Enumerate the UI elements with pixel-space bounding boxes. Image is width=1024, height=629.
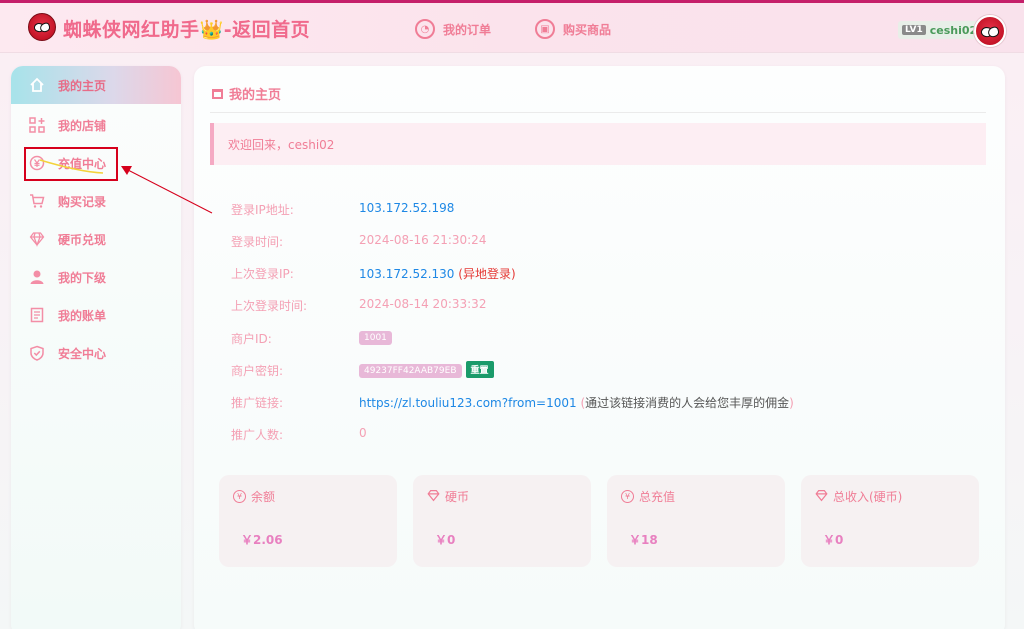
sidebar-item-label: 我的下级 bbox=[58, 270, 107, 285]
merchant-key-row: 49237FF42AAB79EB 重置 bbox=[359, 361, 494, 378]
sidebar-item-label: 我的账单 bbox=[58, 308, 107, 323]
nav-my-orders-label: 我的订单 bbox=[443, 22, 492, 37]
stat-card-value: ￥0 bbox=[435, 533, 456, 547]
login-time-value: 2024-08-16 21:30:24 bbox=[359, 233, 487, 247]
order-icon: ◔ bbox=[415, 19, 435, 39]
promo-count-label: 推广人数: bbox=[231, 428, 284, 442]
user-icon bbox=[28, 268, 46, 286]
welcome-text: 欢迎回来，ceshi02 bbox=[228, 137, 335, 152]
yen-icon: ¥ bbox=[621, 490, 634, 503]
promo-count-value: 0 bbox=[359, 426, 367, 440]
merchant-id-row: 1001 bbox=[359, 329, 392, 345]
sidebar-item-security[interactable]: 安全中心 bbox=[11, 334, 181, 372]
sidebar-item-label: 我的主页 bbox=[58, 78, 107, 93]
promo-link-label: 推广链接: bbox=[231, 396, 284, 410]
home-icon bbox=[28, 76, 46, 94]
merchant-id-label: 商户ID: bbox=[231, 332, 272, 346]
promo-note: 通过该链接消费的人会给您丰厚的佣金 bbox=[585, 396, 790, 410]
app-title[interactable]: 蜘蛛侠网红助手👑-返回首页 bbox=[63, 15, 310, 42]
stat-card-total-recharge: ¥ 总充值 ￥18 bbox=[607, 475, 785, 567]
stat-card-label: 总收入(硬币) bbox=[833, 490, 903, 504]
remote-login-note: (异地登录) bbox=[458, 267, 516, 281]
last-time-value: 2024-08-14 20:33:32 bbox=[359, 297, 487, 311]
reset-key-button[interactable]: 重置 bbox=[465, 361, 494, 378]
spiderman-logo-icon[interactable] bbox=[28, 13, 56, 41]
last-ip-row: 103.172.52.130 (异地登录) bbox=[359, 265, 516, 282]
diamond-icon bbox=[427, 489, 440, 505]
back-home-link[interactable]: -返回首页 bbox=[224, 19, 310, 41]
stat-card-coins: 硬币 ￥0 bbox=[413, 475, 591, 567]
yen-icon: ¥ bbox=[233, 490, 246, 503]
top-header: 蜘蛛侠网红助手👑-返回首页 ◔ 我的订单 ▣ 购买商品 LV1 ceshi02 bbox=[0, 3, 1024, 53]
stat-card-label: 硬币 bbox=[445, 490, 470, 504]
store-icon bbox=[28, 116, 46, 134]
stat-card-total-income: 总收入(硬币) ￥0 bbox=[801, 475, 979, 567]
crown-icon: 👑 bbox=[199, 19, 224, 41]
merchant-id-value: 1001 bbox=[359, 331, 392, 345]
login-time-label: 登录时间: bbox=[231, 235, 284, 249]
shield-icon bbox=[28, 344, 46, 362]
merchant-key-label: 商户密钥: bbox=[231, 364, 284, 378]
login-ip-value: 103.172.52.198 bbox=[359, 201, 455, 215]
last-time-label: 上次登录时间: bbox=[231, 299, 308, 313]
sidebar-item-label: 我的店铺 bbox=[58, 118, 107, 133]
sidebar-item-store[interactable]: 我的店铺 bbox=[11, 106, 181, 144]
stat-card-value: ￥2.06 bbox=[241, 533, 283, 547]
title-divider bbox=[210, 112, 986, 113]
last-ip-label: 上次登录IP: bbox=[231, 267, 294, 281]
stat-card-label: 余额 bbox=[251, 490, 276, 504]
stat-card-value: ￥0 bbox=[823, 533, 844, 547]
promo-link-row: https://zl.touliu123.com?from=1001 (通过该链… bbox=[359, 394, 794, 411]
promo-note-close: ) bbox=[789, 396, 794, 410]
stat-card-value: ￥18 bbox=[629, 533, 658, 547]
bill-icon bbox=[28, 306, 46, 324]
merchant-key-value: 49237FF42AAB79EB bbox=[359, 364, 462, 378]
avatar[interactable] bbox=[974, 15, 1006, 47]
welcome-banner: 欢迎回来，ceshi02 bbox=[210, 123, 986, 165]
cart-icon bbox=[28, 192, 46, 210]
app-title-text: 蜘蛛侠网红助手 bbox=[63, 19, 200, 41]
nav-my-orders[interactable]: ◔ 我的订单 bbox=[415, 19, 491, 39]
username: ceshi02 bbox=[929, 23, 978, 37]
user-level-badge: LV1 bbox=[902, 25, 926, 35]
diamond-icon bbox=[815, 489, 828, 505]
login-ip-label: 登录IP地址: bbox=[231, 203, 294, 217]
sidebar-item-bills[interactable]: 我的账单 bbox=[11, 296, 181, 334]
sidebar-item-coin-exchange[interactable]: 硬币兑现 bbox=[11, 220, 181, 258]
user-badge[interactable]: LV1 ceshi02 bbox=[898, 21, 982, 39]
stat-card-label: 总充值 bbox=[639, 490, 676, 504]
page-title: 我的主页 bbox=[212, 84, 281, 103]
sidebar-item-home[interactable]: 我的主页 bbox=[11, 66, 181, 104]
sidebar-item-label: 安全中心 bbox=[58, 346, 107, 361]
recharge-highlight-box bbox=[24, 147, 118, 181]
window-icon bbox=[212, 88, 223, 99]
last-ip-value: 103.172.52.130 bbox=[359, 267, 455, 281]
nav-buy-goods-label: 购买商品 bbox=[563, 22, 612, 37]
sidebar-item-purchase-records[interactable]: 购买记录 bbox=[11, 182, 181, 220]
nav-buy-goods[interactable]: ▣ 购买商品 bbox=[535, 19, 611, 39]
shop-icon: ▣ bbox=[535, 19, 555, 39]
diamond-icon bbox=[28, 230, 46, 248]
stat-card-balance: ¥ 余额 ￥2.06 bbox=[219, 475, 397, 567]
promo-link[interactable]: https://zl.touliu123.com?from=1001 bbox=[359, 396, 577, 410]
sidebar-item-label: 硬币兑现 bbox=[58, 232, 107, 247]
page-title-text: 我的主页 bbox=[229, 88, 282, 103]
sidebar-item-subordinates[interactable]: 我的下级 bbox=[11, 258, 181, 296]
sidebar-item-label: 购买记录 bbox=[58, 194, 107, 209]
